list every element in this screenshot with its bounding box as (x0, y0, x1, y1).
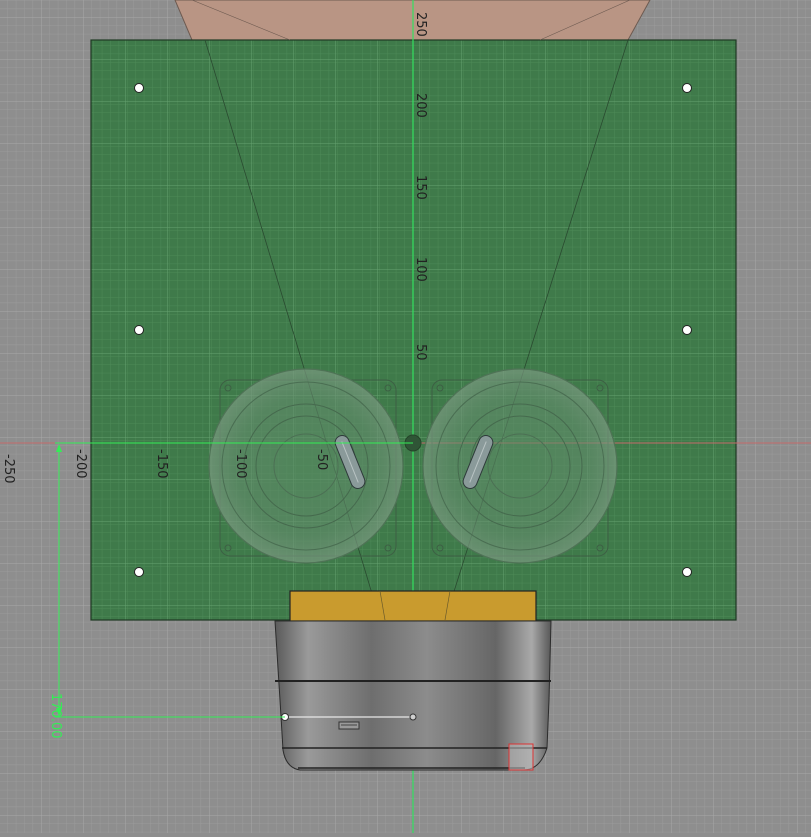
x-tick-label: -250 (1, 454, 16, 484)
y-tick-label: 250 (413, 12, 428, 37)
connector-plug[interactable] (289, 590, 537, 622)
y-tick-label: 200 (413, 93, 428, 118)
mount-hole-icon[interactable] (134, 83, 144, 93)
selection-corner[interactable] (508, 743, 534, 771)
x-tick-label: -200 (73, 449, 88, 479)
cad-viewport[interactable]: 170.00 250 200 150 100 50 -250 -200 -150… (0, 0, 811, 833)
dimension-value[interactable]: 170.00 (48, 693, 63, 739)
sketch-canvas[interactable]: 170.00 250 200 150 100 50 -250 -200 -150… (0, 0, 811, 833)
x-tick-label: -50 (314, 449, 329, 470)
y-tick-label: 150 (413, 175, 428, 200)
mount-hole-icon[interactable] (682, 567, 692, 577)
mount-hole-icon[interactable] (682, 325, 692, 335)
mount-hole-icon[interactable] (134, 567, 144, 577)
y-tick-label: 50 (413, 344, 428, 361)
x-tick-label: -100 (233, 449, 248, 479)
battery-cylinder[interactable] (274, 620, 552, 771)
speaker-right[interactable] (422, 368, 618, 564)
speaker-icon (422, 368, 618, 564)
y-tick-label: 100 (413, 257, 428, 282)
mount-hole-icon[interactable] (134, 325, 144, 335)
x-tick-label: -150 (154, 449, 169, 479)
sketch-point-icon[interactable] (409, 713, 417, 721)
mount-hole-icon[interactable] (682, 83, 692, 93)
